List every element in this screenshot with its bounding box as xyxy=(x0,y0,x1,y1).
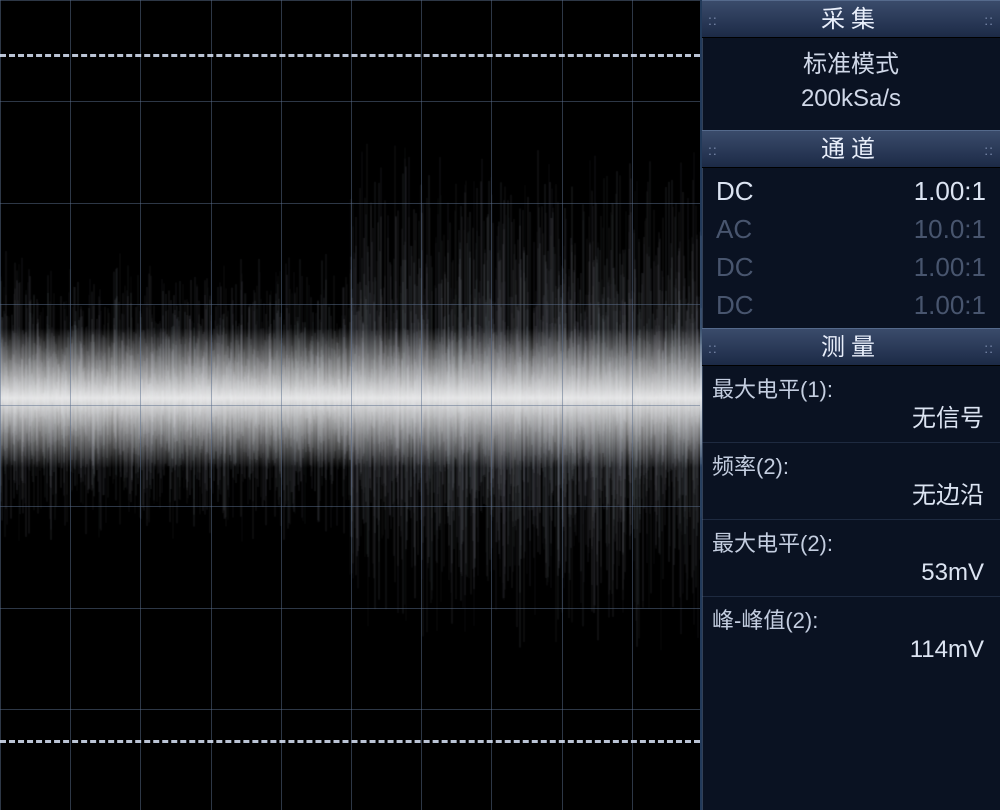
measure-title: 测量 xyxy=(821,334,881,361)
cursor-line-bottom[interactable] xyxy=(0,740,700,743)
channel-name: DC xyxy=(716,174,754,208)
measure-label: 频率(2): xyxy=(712,449,990,481)
channel-ratio: 1.00:1 xyxy=(914,288,986,322)
measure-value: 无边沿 xyxy=(712,481,990,511)
channel-ratio: 1.00:1 xyxy=(914,174,986,208)
channel-name: DC xyxy=(716,250,754,284)
measure-item-4[interactable]: 峰-峰值(2):114mV xyxy=(702,596,1000,673)
info-sidebar: 采集 标准模式 200kSa/s 通道 DC 1.00:1 AC 10.0:1 DC 1.… xyxy=(702,0,1000,810)
channel-row-3[interactable]: DC 1.00:1 xyxy=(702,248,1000,286)
acquisition-rate: 200kSa/s xyxy=(702,82,1000,116)
channel-name: DC xyxy=(716,288,754,322)
channel-ratio: 10.0:1 xyxy=(914,212,986,246)
channel-name: AC xyxy=(716,212,752,246)
channel-ratio: 1.00:1 xyxy=(914,250,986,284)
measure-value: 114mV xyxy=(712,635,990,665)
measure-panel: 最大电平(1):无信号频率(2):无边沿最大电平(2):53mV峰-峰值(2):… xyxy=(702,366,1000,810)
acquisition-panel: 标准模式 200kSa/s xyxy=(702,38,1000,130)
measure-label: 最大电平(1): xyxy=(712,372,990,404)
measure-value: 无信号 xyxy=(712,404,990,434)
channel-panel: DC 1.00:1 AC 10.0:1 DC 1.00:1 DC 1.00:1 xyxy=(702,168,1000,328)
waveform-display[interactable] xyxy=(0,0,702,810)
measure-item-1[interactable]: 最大电平(1):无信号 xyxy=(702,366,1000,442)
acquisition-title: 采集 xyxy=(821,6,881,33)
measure-value: 53mV xyxy=(712,558,990,588)
oscilloscope-screen: 采集 标准模式 200kSa/s 通道 DC 1.00:1 AC 10.0:1 DC 1.… xyxy=(0,0,1000,810)
acquisition-header[interactable]: 采集 xyxy=(702,0,1000,38)
channel-header[interactable]: 通道 xyxy=(702,130,1000,168)
measure-header[interactable]: 测量 xyxy=(702,328,1000,366)
channel-row-2[interactable]: AC 10.0:1 xyxy=(702,210,1000,248)
measure-label: 峰-峰值(2): xyxy=(712,603,990,635)
channel-title: 通道 xyxy=(821,136,881,163)
cursor-line-top[interactable] xyxy=(0,54,700,57)
measure-label: 最大电平(2): xyxy=(712,526,990,558)
acquisition-mode: 标准模式 xyxy=(702,48,1000,82)
measure-item-2[interactable]: 频率(2):无边沿 xyxy=(702,442,1000,519)
channel-row-4[interactable]: DC 1.00:1 xyxy=(702,286,1000,324)
measure-item-3[interactable]: 最大电平(2):53mV xyxy=(702,519,1000,596)
grid-overlay xyxy=(0,0,700,810)
channel-row-1[interactable]: DC 1.00:1 xyxy=(702,172,1000,210)
